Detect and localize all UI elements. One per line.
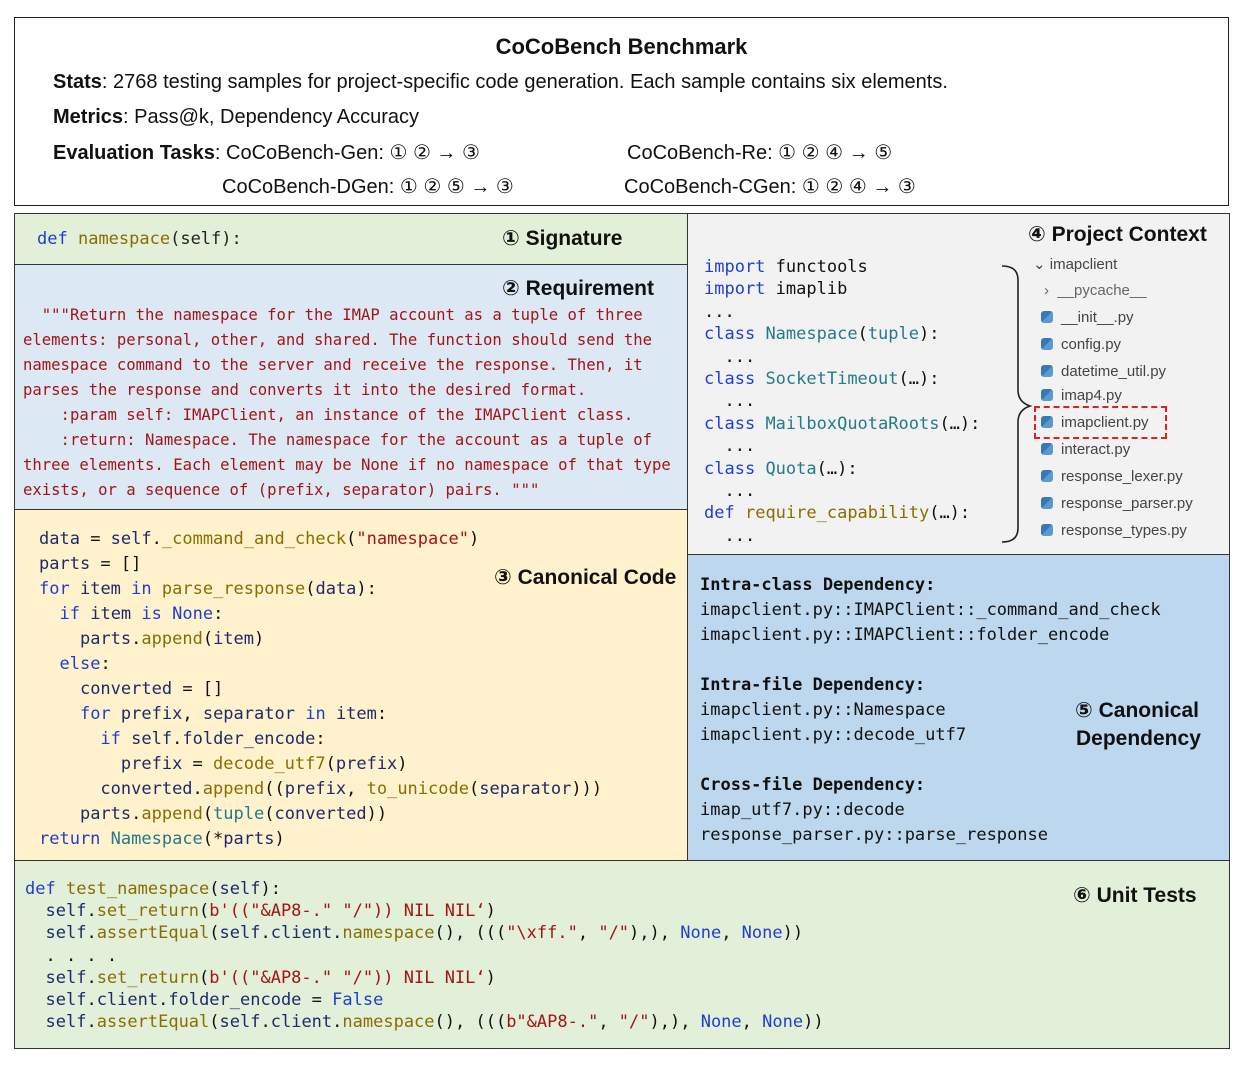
tree-file[interactable]: interact.py <box>1041 441 1130 458</box>
tree-file[interactable]: response_parser.py <box>1041 495 1193 512</box>
requirement-panel: ② Requirement """Return the namespace fo… <box>14 264 688 510</box>
docstring-line: """Return the namespace for the IMAP acc… <box>23 306 643 324</box>
docstring-line: parses the response and converts it into… <box>23 381 587 399</box>
task-cgen: CoCoBench-CGen: ① ② ④ → ③ <box>624 176 916 198</box>
python-file-icon <box>1041 470 1053 482</box>
dependency-item: imapclient.py::IMAPClient::_command_and_… <box>700 600 1161 620</box>
docstring-line: three elements. Each element may be None… <box>23 456 671 474</box>
dependency-item: imap_utf7.py::decode <box>700 800 905 820</box>
task-gen: : CoCoBench-Gen: ① ② → ③ <box>214 142 480 164</box>
python-file-icon <box>1041 338 1053 350</box>
docstring-line: exists, or a sequence of (prefix, separa… <box>23 481 540 499</box>
tree-file[interactable]: config.py <box>1041 336 1121 353</box>
canonical-code-block: data = self._command_and_check("namespac… <box>39 529 603 849</box>
signature-title: ① Signature <box>502 227 623 250</box>
chevron-right-icon: › <box>1044 282 1049 299</box>
signature-panel: def namespace(self): ① Signature <box>14 213 688 265</box>
cross-file-heading: Cross-file Dependency: <box>700 775 926 795</box>
function-name: namespace <box>77 229 171 249</box>
highlight-box <box>1034 406 1167 439</box>
function-args: (self): <box>170 229 242 249</box>
requirement-docstring: """Return the namespace for the IMAP acc… <box>23 303 671 503</box>
canonical-dependency-panel: Intra-class Dependency:imapclient.py::IM… <box>687 554 1230 861</box>
docstring-line: namespace command to the server and rece… <box>23 356 643 374</box>
dependency-item: imapclient.py::IMAPClient::folder_encode <box>700 625 1110 645</box>
signature-code: def namespace(self): <box>37 229 242 249</box>
tree-root[interactable]: ⌄ imapclient <box>1033 255 1117 273</box>
tasks-line: Evaluation Tasks: CoCoBench-Gen: ① ② → ③ <box>53 140 480 165</box>
tree-file[interactable]: __init__.py <box>1041 309 1134 326</box>
project-context-title: ④ Project Context <box>1028 223 1207 246</box>
tree-file[interactable]: response_types.py <box>1041 522 1187 539</box>
project-context-code: import functools import imaplib ... clas… <box>704 257 981 546</box>
python-file-icon <box>1041 365 1053 377</box>
metrics-text: : Pass@k, Dependency Accuracy <box>123 106 420 128</box>
tree-file[interactable]: imap4.py <box>1041 387 1122 404</box>
stats-line: Stats: 2768 testing samples for project-… <box>53 71 948 94</box>
python-file-icon <box>1041 443 1053 455</box>
brace-connector <box>1001 265 1033 543</box>
stats-label: Stats <box>53 71 102 93</box>
docstring-line: :param self: IMAPClient, an instance of … <box>23 406 634 424</box>
page-title: CoCoBench Benchmark <box>495 34 748 59</box>
docstring-line: elements: personal, other, and shared. T… <box>23 331 653 349</box>
unit-tests-title: ⑥ Unit Tests <box>1073 884 1197 907</box>
benchmark-header: CoCoBench Benchmark Stats: 2768 testing … <box>14 17 1229 206</box>
python-file-icon <box>1041 524 1053 536</box>
intra-class-heading: Intra-class Dependency: <box>700 575 936 595</box>
python-file-icon <box>1041 389 1053 401</box>
unit-tests-panel: ⑥ Unit Tests def test_namespace(self): s… <box>14 860 1230 1049</box>
python-file-icon <box>1041 497 1053 509</box>
tree-file[interactable]: datetime_util.py <box>1041 363 1166 380</box>
metrics-label: Metrics <box>53 106 124 128</box>
requirement-title: ② Requirement <box>502 277 654 300</box>
docstring-line: :return: Namespace. The namespace for th… <box>23 431 653 449</box>
chevron-down-icon: ⌄ <box>1033 256 1046 273</box>
tasks-label: Evaluation Tasks <box>53 142 215 164</box>
task-dgen: CoCoBench-DGen: ① ② ⑤ → ③ <box>222 176 514 198</box>
tree-folder-pycache[interactable]: › __pycache__ <box>1044 282 1147 299</box>
canonical-code-panel: ③ Canonical Code data = self._command_an… <box>14 509 688 861</box>
task-re: CoCoBench-Re: ① ② ④ → ⑤ <box>627 142 893 164</box>
def-keyword: def <box>37 229 68 249</box>
dependency-item: response_parser.py::parse_response <box>700 825 1048 845</box>
unit-tests-code: def test_namespace(self): self.set_retur… <box>25 879 824 1033</box>
stats-text: : 2768 testing samples for project-speci… <box>101 71 948 93</box>
python-file-icon <box>1041 311 1053 323</box>
intra-file-heading: Intra-file Dependency: <box>700 675 926 695</box>
dependency-title-line1: ⑤ Canonical <box>1075 699 1199 722</box>
tree-file[interactable]: response_lexer.py <box>1041 468 1183 485</box>
metrics-line: Metrics: Pass@k, Dependency Accuracy <box>53 106 419 129</box>
dependency-title-line2: Dependency <box>1076 727 1201 750</box>
